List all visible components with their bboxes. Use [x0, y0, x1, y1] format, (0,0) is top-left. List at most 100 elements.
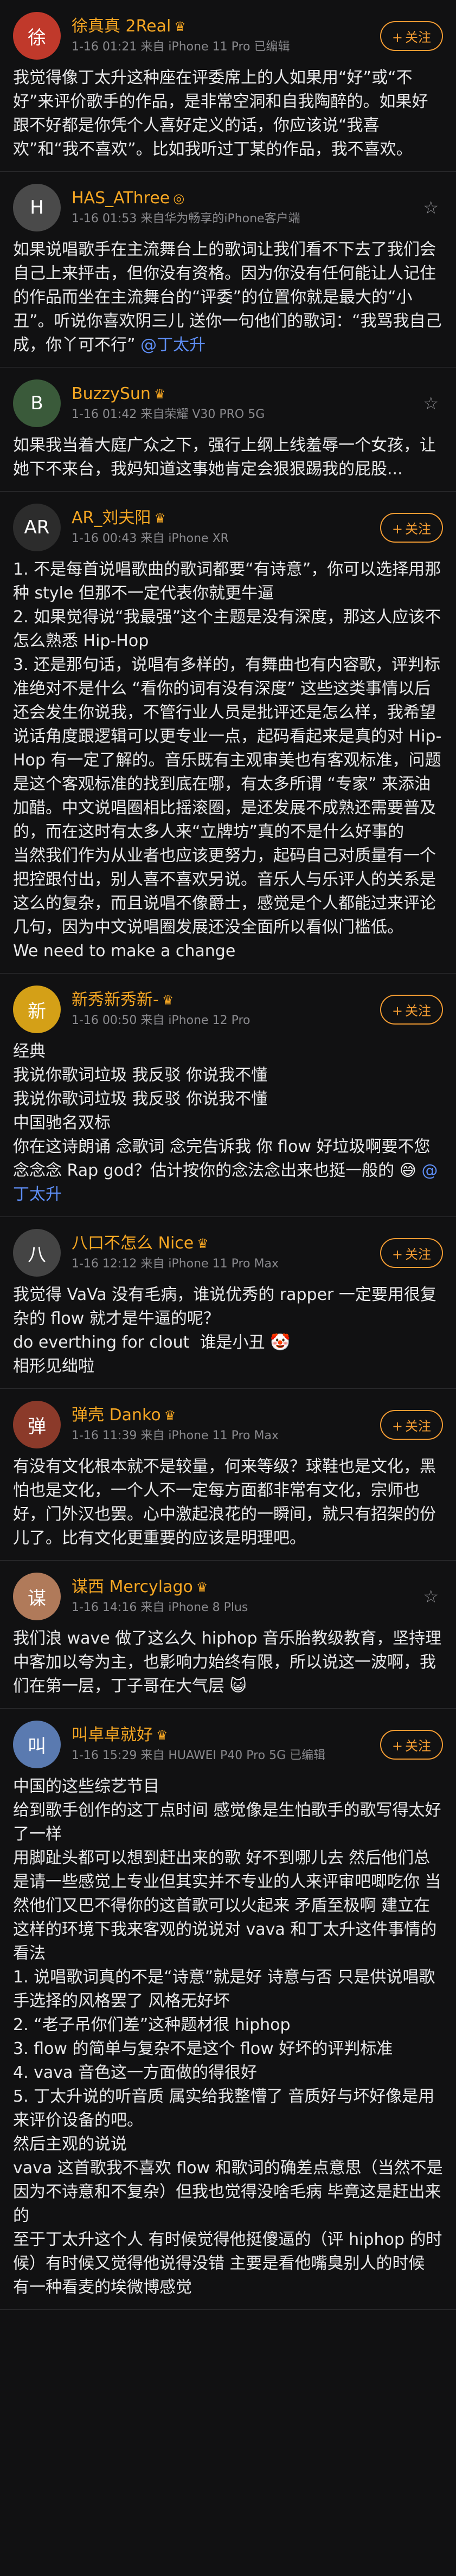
post-source: 来自 iPhone 12 Pro	[140, 1014, 251, 1027]
username[interactable]: HAS_AThree	[72, 188, 170, 209]
name-row: 叫卓卓就好 ♛	[72, 1724, 380, 1746]
vip-badge-icon: ♛	[162, 993, 174, 1008]
avatar[interactable]: 叫	[13, 1721, 61, 1768]
avatar[interactable]: H	[13, 184, 61, 231]
avatar[interactable]: 谋	[13, 1573, 61, 1620]
post-source: 来自 iPhone 11 Pro	[140, 40, 251, 54]
follow-label: 关注	[405, 1418, 431, 1434]
username[interactable]: 徐真真 2Real	[72, 16, 171, 37]
comment-text: 经典 我说你歌词垃圾 我反驳 你说我不懂 我说你歌词垃圾 我反驳 你说我不懂 中…	[13, 1040, 443, 1207]
username[interactable]: BuzzySun	[72, 383, 151, 405]
comment-item: 徐 徐真真 2Real ♛ 1-16 01:21 来自 iPhone 11 Pr…	[0, 0, 456, 172]
post-info: 1-16 01:42 来自荣耀 V30 PRO 5G	[72, 406, 423, 423]
star-icon[interactable]: ☆	[423, 197, 443, 218]
post-source: 来自 HUAWEI P40 Pro 5G	[140, 1749, 286, 1762]
edited-label: 已编辑	[290, 1749, 326, 1762]
mention-link[interactable]: @丁太升	[140, 336, 205, 355]
post-info: 1-16 00:43 来自 iPhone XR	[72, 530, 380, 548]
follow-button[interactable]: + 关注	[380, 994, 443, 1025]
avatar[interactable]: 徐	[13, 12, 61, 60]
username[interactable]: AR_刘夫阳	[72, 507, 151, 529]
avatar[interactable]: 八	[13, 1229, 61, 1277]
avatar[interactable]: 新	[13, 986, 61, 1033]
comment-header: 新 新秀新秀新- ♛ 1-16 00:50 来自 iPhone 12 Pro +…	[13, 986, 443, 1033]
post-source: 来自 iPhone 11 Pro Max	[140, 1257, 279, 1271]
vip-badge-icon: ♛	[174, 19, 186, 34]
post-source: 来自 iPhone 8 Plus	[140, 1601, 248, 1614]
comment-text: 我觉得像丁太升这种座在评委席上的人如果用“好”或“不好”来评价歌手的作品，是非常…	[13, 66, 443, 162]
name-row: BuzzySun ♛	[72, 383, 423, 405]
follow-button[interactable]: + 关注	[380, 512, 443, 543]
name-row: 谋西 Mercylago ♛	[72, 1576, 423, 1598]
comment-meta: 谋西 Mercylago ♛ 1-16 14:16 来自 iPhone 8 Pl…	[72, 1576, 423, 1617]
username[interactable]: 八口不怎么 Nice	[72, 1233, 194, 1254]
post-time: 1-16 15:29	[72, 1749, 137, 1762]
comment-header: 谋 谋西 Mercylago ♛ 1-16 14:16 来自 iPhone 8 …	[13, 1573, 443, 1620]
comment-item: 八 八口不怎么 Nice ♛ 1-16 12:12 来自 iPhone 11 P…	[0, 1217, 456, 1389]
comment-body: 我觉得 VaVa 没有毛病，谁说优秀的 rapper 一定要用很复杂的 flow…	[13, 1285, 436, 1376]
comment-body: 如果我当着大庭广众之下，强行上纲上线羞辱一个女孩，让她下不来台，我妈知道这事她肯…	[13, 436, 436, 479]
comment-text: 中国的这些综艺节目 给到歌手创作的这丁点时间 感觉像是生怕歌手的歌写得太好了一样…	[13, 1775, 443, 2300]
comment-body: 中国的这些综艺节目 给到歌手创作的这丁点时间 感觉像是生怕歌手的歌写得太好了一样…	[13, 1777, 443, 2297]
post-info: 1-16 12:12 来自 iPhone 11 Pro Max	[72, 1255, 380, 1273]
vip-badge-icon: ◎	[173, 191, 185, 206]
post-time: 1-16 12:12	[72, 1257, 137, 1271]
post-time: 1-16 11:39	[72, 1429, 137, 1442]
comment-text: 1. 不是每首说唱歌曲的歌词都要“有诗意”，你可以选择用那种 style 但那不…	[13, 558, 443, 963]
name-row: AR_刘夫阳 ♛	[72, 507, 380, 529]
comment-item: 弹 弹壳 Danko ♛ 1-16 11:39 来自 iPhone 11 Pro…	[0, 1389, 456, 1561]
comment-text: 如果我当着大庭广众之下，强行上纲上线羞辱一个女孩，让她下不来台，我妈知道这事她肯…	[13, 434, 443, 481]
follow-button[interactable]: + 关注	[380, 21, 443, 51]
comment-meta: 叫卓卓就好 ♛ 1-16 15:29 来自 HUAWEI P40 Pro 5G …	[72, 1724, 380, 1764]
post-source: 来自 iPhone XR	[140, 532, 229, 545]
comment-item: 叫 叫卓卓就好 ♛ 1-16 15:29 来自 HUAWEI P40 Pro 5…	[0, 1709, 456, 2310]
plus-icon: +	[391, 29, 403, 45]
username[interactable]: 弹壳 Danko	[72, 1405, 161, 1426]
comment-item: AR AR_刘夫阳 ♛ 1-16 00:43 来自 iPhone XR + 关注 …	[0, 492, 456, 974]
username[interactable]: 新秀新秀新-	[72, 989, 159, 1011]
follow-button[interactable]: + 关注	[380, 1729, 443, 1760]
comment-text: 我们浪 wave 做了这么久 hiphop 音乐胎教级教育，坚持理中客加以夸为主…	[13, 1627, 443, 1698]
avatar[interactable]: B	[13, 379, 61, 427]
comment-body: 1. 不是每首说唱歌曲的歌词都要“有诗意”，你可以选择用那种 style 但那不…	[13, 560, 442, 961]
post-info: 1-16 11:39 来自 iPhone 11 Pro Max	[72, 1427, 380, 1445]
name-row: 新秀新秀新- ♛	[72, 989, 380, 1011]
comment-meta: 新秀新秀新- ♛ 1-16 00:50 来自 iPhone 12 Pro	[72, 989, 380, 1029]
post-time: 1-16 00:50	[72, 1014, 137, 1027]
comment-item: H HAS_AThree ◎ 1-16 01:53 来自华为畅享的iPhone客…	[0, 172, 456, 368]
comment-text: 如果说唱歌手在主流舞台上的歌词让我们看不下去了我们会自己上来抨击，但你没有资格。…	[13, 238, 443, 357]
avatar[interactable]: AR	[13, 504, 61, 551]
post-info: 1-16 01:21 来自 iPhone 11 Pro 已编辑	[72, 38, 380, 56]
follow-label: 关注	[405, 521, 431, 537]
username[interactable]: 谋西 Mercylago	[72, 1576, 193, 1598]
vip-badge-icon: ♛	[153, 387, 166, 402]
name-row: 弹壳 Danko ♛	[72, 1405, 380, 1426]
post-info: 1-16 00:50 来自 iPhone 12 Pro	[72, 1012, 380, 1029]
comment-meta: 八口不怎么 Nice ♛ 1-16 12:12 来自 iPhone 11 Pro…	[72, 1233, 380, 1273]
follow-button[interactable]: + 关注	[380, 1409, 443, 1440]
comment-header: B BuzzySun ♛ 1-16 01:42 来自荣耀 V30 PRO 5G …	[13, 379, 443, 427]
username[interactable]: 叫卓卓就好	[72, 1724, 153, 1746]
vip-badge-icon: ♛	[196, 1580, 208, 1595]
post-time: 1-16 01:53	[72, 212, 137, 226]
comment-body: 经典 我说你歌词垃圾 我反驳 你说我不懂 我说你歌词垃圾 我反驳 你说我不懂 中…	[13, 1042, 431, 1180]
comment-body: 有没有文化根本就不是较量，何来等级？球鞋也是文化，黑怕也是文化，一个人不一定每方…	[13, 1457, 436, 1548]
follow-button[interactable]: + 关注	[380, 1238, 443, 1268]
vip-badge-icon: ♛	[164, 1408, 176, 1423]
name-row: 徐真真 2Real ♛	[72, 16, 380, 37]
plus-icon: +	[391, 521, 403, 537]
comment-body: 我们浪 wave 做了这么久 hiphop 音乐胎教级教育，坚持理中客加以夸为主…	[13, 1629, 442, 1696]
follow-label: 关注	[405, 29, 431, 45]
star-icon[interactable]: ☆	[423, 393, 443, 414]
vip-badge-icon: ♛	[197, 1236, 209, 1251]
star-icon[interactable]: ☆	[423, 1586, 443, 1607]
name-row: 八口不怎么 Nice ♛	[72, 1233, 380, 1254]
comment-meta: AR_刘夫阳 ♛ 1-16 00:43 来自 iPhone XR	[72, 507, 380, 548]
vip-badge-icon: ♛	[154, 511, 166, 526]
comment-item: 谋 谋西 Mercylago ♛ 1-16 14:16 来自 iPhone 8 …	[0, 1561, 456, 1709]
post-source: 来自 iPhone 11 Pro Max	[140, 1429, 279, 1442]
comment-meta: 弹壳 Danko ♛ 1-16 11:39 来自 iPhone 11 Pro M…	[72, 1405, 380, 1445]
name-row: HAS_AThree ◎	[72, 188, 423, 209]
avatar[interactable]: 弹	[13, 1401, 61, 1448]
comment-meta: 徐真真 2Real ♛ 1-16 01:21 来自 iPhone 11 Pro …	[72, 16, 380, 56]
